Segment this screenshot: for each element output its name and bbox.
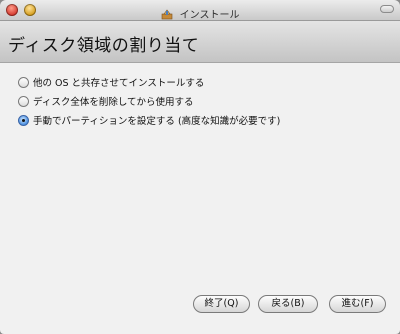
radio-button[interactable]	[18, 76, 29, 88]
option-label: ディスク全体を削除してから使用する	[33, 97, 194, 108]
forward-button[interactable]: 進む(F)	[329, 295, 386, 313]
quit-button[interactable]: 終了(Q)	[193, 295, 250, 313]
window-title-wrap: インストール	[0, 3, 400, 22]
title-bar[interactable]: インストール	[0, 0, 400, 21]
page-header: ディスク領域の割り当て	[0, 21, 400, 63]
option-manual-partition[interactable]: 手動でパーティションを設定する (高度な知識が必要です)	[18, 113, 280, 127]
option-label: 他の OS と共存させてインストールする	[33, 78, 205, 89]
installer-window: インストール ディスク領域の割り当て 他の OS と共存させてインストールする …	[0, 0, 400, 334]
radio-button-selected[interactable]	[18, 114, 29, 126]
option-label: 手動でパーティションを設定する (高度な知識が必要です)	[33, 116, 281, 127]
window-title: インストール	[179, 10, 240, 21]
option-erase-disk[interactable]: ディスク全体を削除してから使用する	[18, 94, 194, 108]
radio-dot	[22, 118, 25, 122]
toolbar-toggle-button[interactable]	[380, 5, 394, 13]
radio-button[interactable]	[18, 95, 29, 107]
content-area: 他の OS と共存させてインストールする ディスク全体を削除してから使用する 手…	[0, 63, 400, 334]
option-coexist[interactable]: 他の OS と共存させてインストールする	[18, 75, 204, 89]
page-title: ディスク領域の割り当て	[8, 36, 200, 56]
back-button[interactable]: 戻る(B)	[258, 295, 318, 313]
installer-icon	[161, 5, 173, 20]
